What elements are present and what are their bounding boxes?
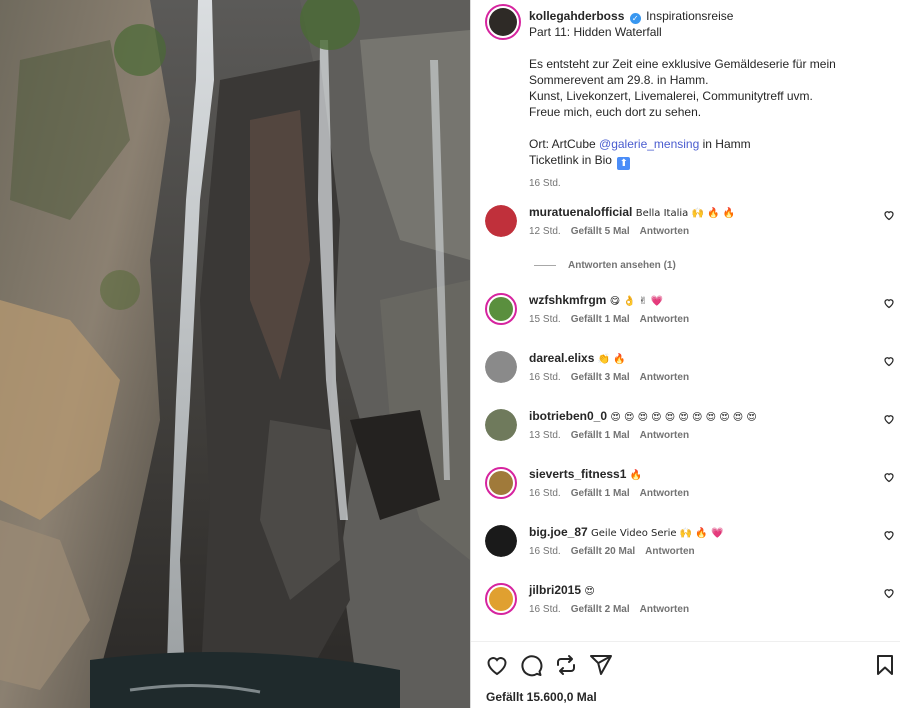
comment-text: 😋 👌 ✌ 💗 — [609, 296, 663, 307]
comment-heart-icon[interactable] — [883, 209, 895, 221]
comment-avatar[interactable] — [485, 467, 517, 499]
author-avatar[interactable] — [485, 4, 521, 40]
comment-username[interactable]: sieverts_fitness1 — [529, 467, 626, 481]
comment-text: Geile Video Serie 🙌 🔥 💗 — [591, 528, 724, 539]
verified-badge-icon: ✓ — [629, 13, 641, 24]
view-replies-label: Antworten ansehen (1) — [568, 260, 676, 271]
comment-heart-icon[interactable] — [883, 471, 895, 483]
comment-username[interactable]: muratuenalofficial — [529, 205, 632, 219]
comment-likes[interactable]: Gefällt 3 Mal — [571, 372, 630, 383]
comment-text: 🔥 — [629, 470, 643, 481]
replies-divider — [534, 264, 556, 266]
comment-avatar[interactable] — [485, 409, 517, 441]
comment-text: 😍 — [584, 586, 595, 597]
comment-username[interactable]: dareal.elixs — [529, 351, 594, 365]
comment-item: sieverts_fitness1 🔥 16 Std. Gefällt 1 Mal… — [471, 467, 900, 515]
comment-username[interactable]: jilbri2015 — [529, 583, 581, 597]
post-location[interactable]: Inspirationsreise — [646, 9, 733, 23]
comment-time[interactable]: 16 Std. — [529, 546, 561, 557]
comment-heart-icon[interactable] — [883, 587, 895, 599]
comment-username[interactable]: wzfshkmfrgm — [529, 293, 606, 307]
bookmark-icon[interactable] — [873, 653, 897, 677]
comment-text: 😍 😍 😍 😍 😍 😍 😍 😍 😍 😍 😍 — [610, 412, 757, 423]
caption-line: Part 11: Hidden Waterfall — [529, 25, 662, 39]
caption-line: Freue mich, euch dort zu sehen. — [529, 105, 702, 119]
comment-time[interactable]: 15 Std. — [529, 314, 561, 325]
post-detail-panel: kollegahderboss ✓ Inspirationsreise Part… — [470, 0, 900, 708]
comment-time[interactable]: 16 Std. — [529, 372, 561, 383]
comment-item: ibotrieben0_0 😍 😍 😍 😍 😍 😍 😍 😍 😍 😍 😍 13 S… — [471, 409, 900, 457]
comment-avatar[interactable] — [485, 583, 517, 615]
waterfall-image — [0, 0, 470, 708]
send-icon[interactable] — [589, 653, 613, 677]
comment-avatar[interactable] — [485, 205, 517, 237]
reply-button[interactable]: Antworten — [640, 430, 689, 441]
comment-heart-icon[interactable] — [883, 529, 895, 541]
comment-avatar[interactable] — [485, 351, 517, 383]
comment-username[interactable]: ibotrieben0_0 — [529, 409, 607, 423]
post-actions-bar: Gefällt 15.600,0 Mal — [471, 641, 900, 708]
up-arrow-icon: ⬆ — [617, 157, 631, 170]
comment-likes[interactable]: Gefällt 1 Mal — [571, 314, 630, 325]
comment-likes[interactable]: Gefällt 5 Mal — [571, 226, 630, 237]
comment-likes[interactable]: Gefällt 1 Mal — [571, 430, 630, 441]
caption-line: Kunst, Livekonzert, Livemalerei, Communi… — [529, 89, 813, 103]
reply-button[interactable]: Antworten — [640, 226, 689, 237]
reply-button[interactable]: Antworten — [640, 314, 689, 325]
post-caption: kollegahderboss ✓ Inspirationsreise Part… — [529, 8, 879, 192]
caption-line: Es entsteht zur Zeit eine exklusive Gemä… — [529, 57, 836, 71]
reply-button[interactable]: Antworten — [640, 372, 689, 383]
comment-time[interactable]: 16 Std. — [529, 488, 561, 499]
comment-time[interactable]: 16 Std. — [529, 604, 561, 615]
view-replies-button[interactable]: Antworten ansehen (1) — [534, 260, 676, 271]
caption-text: in Hamm — [699, 137, 751, 151]
repost-icon[interactable] — [554, 653, 578, 677]
comment-text: Bella Italia 🙌 🔥 🔥 — [635, 208, 736, 219]
comment-item: muratuenalofficial Bella Italia 🙌 🔥 🔥 12… — [471, 205, 900, 253]
likes-count[interactable]: Gefällt 15.600,0 Mal — [486, 690, 597, 704]
comment-likes[interactable]: Gefällt 1 Mal — [571, 488, 630, 499]
comment-heart-icon[interactable] — [883, 355, 895, 367]
comment-time[interactable]: 12 Std. — [529, 226, 561, 237]
comment-likes[interactable]: Gefällt 20 Mal — [571, 546, 635, 557]
post-time[interactable]: 16 Std. — [529, 176, 879, 192]
post-image — [0, 0, 470, 708]
comment-avatar[interactable] — [485, 525, 517, 557]
mention-link[interactable]: @galerie_mensing — [599, 137, 699, 151]
comment-item: big.joe_87 Geile Video Serie 🙌 🔥 💗 16 St… — [471, 525, 900, 573]
comment-item: wzfshkmfrgm 😋 👌 ✌ 💗 15 Std. Gefällt 1 Mal… — [471, 293, 900, 341]
comment-time[interactable]: 13 Std. — [529, 430, 561, 441]
author-username[interactable]: kollegahderboss — [529, 9, 624, 23]
comment-icon[interactable] — [519, 653, 543, 677]
caption-line: Sommerevent am 29.8. in Hamm. — [529, 73, 709, 87]
caption-text: Ticketlink in Bio — [529, 153, 612, 167]
comment-item: dareal.elixs 👏 🔥 16 Std. Gefällt 3 Mal Ant… — [471, 351, 900, 399]
comment-heart-icon[interactable] — [883, 413, 895, 425]
reply-button[interactable]: Antworten — [645, 546, 694, 557]
comment-heart-icon[interactable] — [883, 297, 895, 309]
comment-item: jilbri2015 😍 16 Std. Gefällt 2 Mal Antwort… — [471, 583, 900, 631]
caption-text: Ort: ArtCube — [529, 137, 600, 151]
comment-text: 👏 🔥 — [597, 354, 626, 365]
comment-avatar[interactable] — [485, 293, 517, 325]
comment-likes[interactable]: Gefällt 2 Mal — [571, 604, 630, 615]
comment-username[interactable]: big.joe_87 — [529, 525, 588, 539]
heart-icon[interactable] — [485, 653, 509, 677]
reply-button[interactable]: Antworten — [640, 488, 689, 499]
reply-button[interactable]: Antworten — [640, 604, 689, 615]
